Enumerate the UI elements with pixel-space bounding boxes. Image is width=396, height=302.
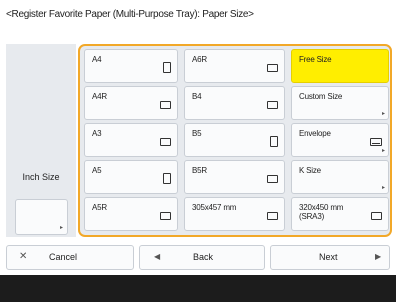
back-label: Back xyxy=(193,252,214,262)
submenu-arrow-icon: ▸ xyxy=(381,111,385,117)
x-icon: ✕ xyxy=(19,251,28,262)
paper-size-label: A5R xyxy=(92,203,107,212)
landscape-orientation-icon xyxy=(160,212,171,220)
bottom-status-strip xyxy=(0,275,396,302)
paper-size-label: A3 xyxy=(92,129,102,138)
landscape-orientation-icon xyxy=(160,101,171,109)
next-button[interactable]: Next ▶ xyxy=(270,245,390,270)
landscape-orientation-icon xyxy=(267,212,278,220)
paper-size-305x457-button[interactable]: 305x457 mm xyxy=(184,197,285,231)
paper-size-label: B5 xyxy=(192,129,202,138)
paper-size-label: Free Size xyxy=(299,55,332,64)
inch-size-button[interactable]: ▸ xyxy=(15,199,68,235)
sra3-button[interactable]: 320x450 mm (SRA3) xyxy=(291,197,389,231)
paper-size-a5-button[interactable]: A5 xyxy=(84,160,178,194)
paper-size-label: B4 xyxy=(192,92,202,101)
landscape-orientation-icon xyxy=(267,64,278,72)
paper-size-label: K Size xyxy=(299,166,321,175)
cancel-button[interactable]: ✕ Cancel xyxy=(6,245,134,270)
submenu-arrow-icon: ▸ xyxy=(59,225,63,231)
paper-size-label: Envelope xyxy=(299,129,331,138)
landscape-orientation-icon xyxy=(160,138,171,146)
inch-size-label: Inch Size xyxy=(22,172,60,182)
portrait-orientation-icon xyxy=(163,173,171,184)
cancel-label: Cancel xyxy=(49,252,78,262)
paper-size-label: A6R xyxy=(192,55,207,64)
triangle-left-icon: ◀ xyxy=(154,252,161,261)
paper-size-label: B5R xyxy=(192,166,207,175)
back-button[interactable]: ◀ Back xyxy=(139,245,265,270)
submenu-arrow-icon: ▸ xyxy=(381,148,385,154)
landscape-orientation-icon xyxy=(371,212,382,220)
paper-size-label: 305x457 mm xyxy=(192,203,237,212)
k-size-button[interactable]: K Size ▸ xyxy=(291,160,389,194)
paper-size-label: 320x450 mm (SRA3) xyxy=(299,203,344,221)
paper-size-label: A5 xyxy=(92,166,102,175)
portrait-orientation-icon xyxy=(270,136,278,147)
triangle-right-icon: ▶ xyxy=(375,252,382,261)
paper-size-a3-button[interactable]: A3 xyxy=(84,123,178,157)
landscape-orientation-icon xyxy=(267,175,278,183)
paper-size-a4-button[interactable]: A4 xyxy=(84,49,178,83)
paper-size-b4-button[interactable]: B4 xyxy=(184,86,285,120)
paper-size-a5r-button[interactable]: A5R xyxy=(84,197,178,231)
inch-size-panel: Inch Size ▸ xyxy=(6,44,76,237)
paper-size-label: A4R xyxy=(92,92,107,101)
paper-size-b5-button[interactable]: B5 xyxy=(184,123,285,157)
paper-size-label: A4 xyxy=(92,55,102,64)
screen-title: <Register Favorite Paper (Multi-Purpose … xyxy=(6,9,254,20)
envelope-icon xyxy=(370,138,382,146)
paper-size-a4r-button[interactable]: A4R xyxy=(84,86,178,120)
paper-size-label: Custom Size xyxy=(299,92,343,101)
custom-size-button[interactable]: Custom Size ▸ xyxy=(291,86,389,120)
paper-size-b5r-button[interactable]: B5R xyxy=(184,160,285,194)
envelope-button[interactable]: Envelope ▸ xyxy=(291,123,389,157)
portrait-orientation-icon xyxy=(163,62,171,73)
next-label: Next xyxy=(319,252,338,262)
submenu-arrow-icon: ▸ xyxy=(381,185,385,191)
paper-size-a6r-button[interactable]: A6R xyxy=(184,49,285,83)
free-size-button[interactable]: Free Size xyxy=(291,49,389,83)
landscape-orientation-icon xyxy=(267,101,278,109)
